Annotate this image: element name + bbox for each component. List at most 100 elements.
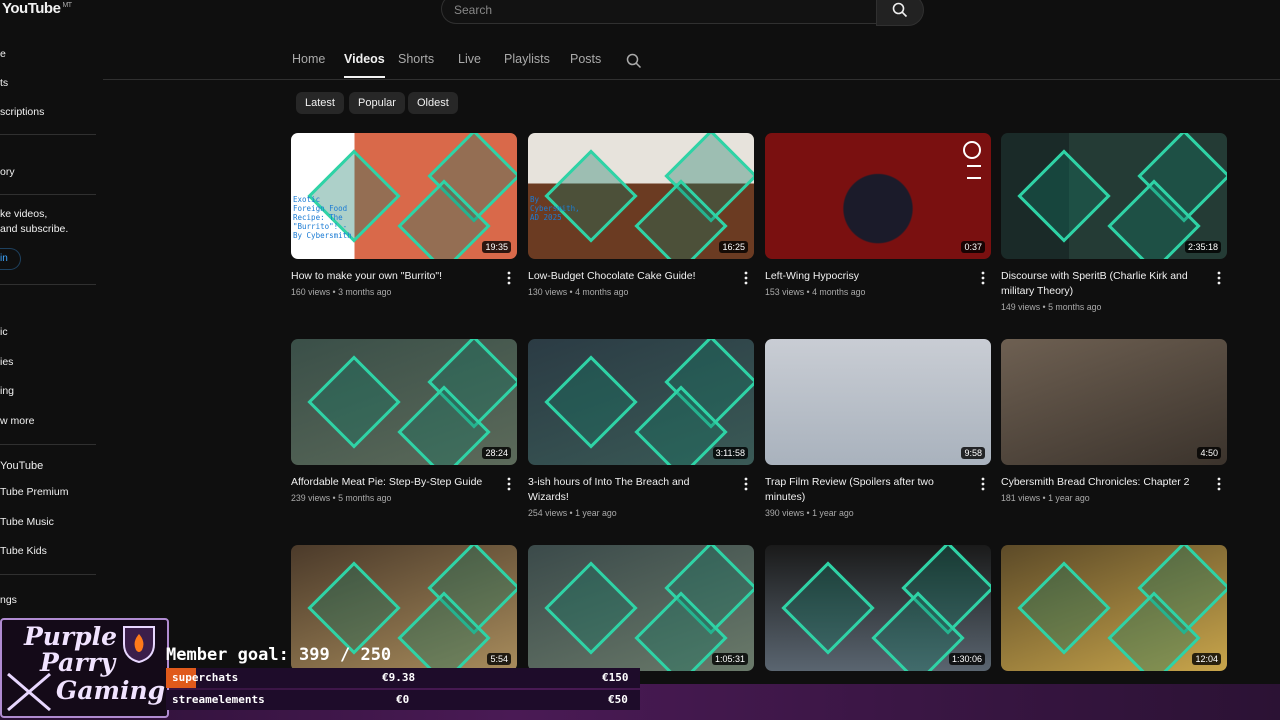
sign-in-prompt-line2: and subscribe. bbox=[0, 223, 69, 235]
video-card[interactable]: 4:50 Cybersmith Bread Chronicles: Chapter… bbox=[1001, 339, 1227, 503]
video-meta: 130 views • 4 months ago bbox=[528, 287, 629, 297]
video-card[interactable]: 2:35:18 Discourse with SperitB (Charlie K… bbox=[1001, 133, 1227, 312]
more-actions-icon[interactable] bbox=[503, 476, 515, 492]
more-actions-icon[interactable] bbox=[977, 476, 989, 492]
superchats-goal-row: superchats €9.38 €150 bbox=[166, 668, 640, 688]
sidebar-item-shorts[interactable]: ts bbox=[0, 77, 8, 89]
video-title[interactable]: Affordable Meat Pie: Step-By-Step Guide bbox=[291, 475, 517, 490]
thumbnail-caption: Exotic Foreign Food Recipe: The "Burrito… bbox=[293, 195, 352, 240]
video-meta: 239 views • 5 months ago bbox=[291, 493, 392, 503]
video-card[interactable]: 28:24 Affordable Meat Pie: Step-By-Step G… bbox=[291, 339, 517, 503]
tab-videos[interactable]: Videos bbox=[344, 52, 385, 78]
video-card[interactable]: By Cybersmith, AD 2025 16:25 Low-Budget Ch… bbox=[528, 133, 754, 297]
video-thumbnail[interactable]: 28:24 bbox=[291, 339, 517, 465]
sidebar-item-home[interactable]: e bbox=[0, 48, 6, 60]
search-button[interactable] bbox=[876, 0, 924, 26]
crossed-swords-icon bbox=[7, 672, 51, 712]
more-actions-icon[interactable] bbox=[503, 270, 515, 286]
divider bbox=[0, 194, 96, 195]
tabs-divider bbox=[103, 79, 1280, 80]
video-title[interactable]: Low-Budget Chocolate Cake Guide! bbox=[528, 269, 754, 284]
video-meta: 149 views • 5 months ago bbox=[1001, 302, 1102, 312]
video-meta: 153 views • 4 months ago bbox=[765, 287, 866, 297]
add-to-queue-icon[interactable] bbox=[967, 165, 981, 179]
video-duration: 0:37 bbox=[961, 241, 985, 253]
search-input[interactable]: Search bbox=[441, 0, 877, 24]
sidebar-item-youtube-kids[interactable]: Tube Kids bbox=[0, 545, 47, 557]
logo-watermark bbox=[307, 355, 401, 449]
shield-flame-icon bbox=[123, 626, 155, 664]
tab-live[interactable]: Live bbox=[458, 52, 481, 66]
video-card[interactable]: 9:58 Trap Film Review (Spoilers after two… bbox=[765, 339, 991, 518]
divider bbox=[0, 134, 96, 135]
streamelements-goal-row: streamelements €0 €50 bbox=[166, 690, 640, 710]
video-duration: 16:25 bbox=[719, 241, 748, 253]
more-actions-icon[interactable] bbox=[740, 476, 752, 492]
video-title[interactable]: Discourse with SperitB (Charlie Kirk and… bbox=[1001, 269, 1227, 299]
sidebar-item-youtube-premium[interactable]: Tube Premium bbox=[0, 486, 68, 498]
video-thumbnail[interactable]: Exotic Foreign Food Recipe: The "Burrito… bbox=[291, 133, 517, 259]
video-title[interactable]: 3-ish hours of Into The Breach and Wizar… bbox=[528, 475, 754, 505]
video-card[interactable]: 3:11:58 3-ish hours of Into The Breach an… bbox=[528, 339, 754, 518]
sign-in-button[interactable]: in bbox=[0, 248, 21, 270]
video-duration: 4:50 bbox=[1197, 447, 1221, 459]
video-title[interactable]: Left-Wing Hypocrisy bbox=[765, 269, 991, 284]
chip-popular[interactable]: Popular bbox=[349, 92, 405, 114]
more-actions-icon[interactable] bbox=[1213, 270, 1225, 286]
sidebar-item-subscriptions[interactable]: scriptions bbox=[0, 106, 44, 118]
member-goal: Member goal: 399 / 250 bbox=[166, 645, 392, 665]
sidebar-item-show-more[interactable]: w more bbox=[0, 415, 34, 427]
tab-shorts[interactable]: Shorts bbox=[398, 52, 434, 66]
tab-home[interactable]: Home bbox=[292, 52, 325, 66]
video-thumbnail[interactable]: 4:50 bbox=[1001, 339, 1227, 465]
video-meta: 181 views • 1 year ago bbox=[1001, 493, 1090, 503]
top-bar: YouTube MT Search bbox=[0, 0, 1280, 34]
video-card[interactable]: 0:37 Left-Wing Hypocrisy 153 views • 4 mon… bbox=[765, 133, 991, 297]
divider bbox=[0, 574, 96, 575]
video-thumbnail[interactable]: 3:11:58 bbox=[528, 339, 754, 465]
sidebar-item-gaming[interactable]: ing bbox=[0, 385, 14, 397]
video-meta: 254 views • 1 year ago bbox=[528, 508, 617, 518]
video-duration: 3:11:58 bbox=[712, 447, 748, 459]
logo-watermark bbox=[1017, 149, 1111, 243]
sidebar-section-more-from-youtube: YouTube bbox=[0, 460, 44, 472]
video-title[interactable]: How to make your own "Burrito"! bbox=[291, 269, 517, 284]
video-meta: 390 views • 1 year ago bbox=[765, 508, 854, 518]
watch-later-icon[interactable] bbox=[963, 141, 981, 159]
youtube-logo[interactable]: YouTube MT bbox=[2, 0, 72, 17]
more-actions-icon[interactable] bbox=[1213, 476, 1225, 492]
video-title[interactable]: Trap Film Review (Spoilers after two min… bbox=[765, 475, 991, 505]
sidebar-item-music[interactable]: ic bbox=[0, 326, 8, 338]
video-meta: 160 views • 3 months ago bbox=[291, 287, 392, 297]
divider bbox=[0, 444, 96, 445]
search-placeholder: Search bbox=[454, 3, 493, 17]
purple-parry-gaming-logo: Purple Parry Gaming bbox=[0, 618, 169, 718]
logo-watermark bbox=[544, 355, 638, 449]
sign-in-prompt-line1: ke videos, bbox=[0, 208, 48, 220]
video-title[interactable]: Cybersmith Bread Chronicles: Chapter 2 bbox=[1001, 475, 1227, 490]
video-duration: 28:24 bbox=[482, 447, 511, 459]
divider bbox=[0, 284, 96, 285]
search-icon bbox=[892, 2, 908, 18]
sidebar-item-settings[interactable]: ngs bbox=[0, 594, 17, 606]
sidebar-item-youtube-music[interactable]: Tube Music bbox=[0, 516, 54, 528]
video-card[interactable]: Exotic Foreign Food Recipe: The "Burrito… bbox=[291, 133, 517, 297]
video-duration: 9:58 bbox=[961, 447, 985, 459]
video-duration: 2:35:18 bbox=[1184, 241, 1221, 253]
video-thumbnail[interactable]: 0:37 bbox=[765, 133, 991, 259]
video-duration: 19:35 bbox=[482, 241, 511, 253]
tab-playlists[interactable]: Playlists bbox=[504, 52, 550, 66]
video-thumbnail[interactable]: By Cybersmith, AD 2025 16:25 bbox=[528, 133, 754, 259]
chip-oldest[interactable]: Oldest bbox=[408, 92, 458, 114]
chip-latest[interactable]: Latest bbox=[296, 92, 344, 114]
tab-posts[interactable]: Posts bbox=[570, 52, 601, 66]
more-actions-icon[interactable] bbox=[977, 270, 989, 286]
sidebar-item-history[interactable]: ory bbox=[0, 166, 15, 178]
video-thumbnail[interactable]: 9:58 bbox=[765, 339, 991, 465]
channel-search-icon[interactable] bbox=[626, 53, 642, 69]
more-actions-icon[interactable] bbox=[740, 270, 752, 286]
stream-overlay: Purple Parry Gaming Member goal: 399 / 2… bbox=[0, 618, 1280, 720]
thumbnail-caption: By Cybersmith, AD 2025 bbox=[530, 195, 580, 222]
sidebar-item-movies[interactable]: ies bbox=[0, 356, 13, 368]
video-thumbnail[interactable]: 2:35:18 bbox=[1001, 133, 1227, 259]
